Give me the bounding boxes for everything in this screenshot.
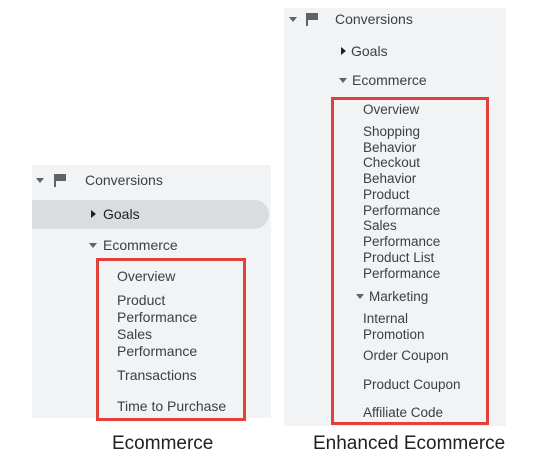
- right-goals-label: Goals: [351, 43, 388, 59]
- left-goals-row[interactable]: Goals: [91, 206, 140, 222]
- right-item-checkout-behavior[interactable]: Checkout Behavior: [363, 155, 420, 187]
- right-item-affiliate-code[interactable]: Affiliate Code: [363, 405, 443, 421]
- left-goals-label: Goals: [103, 206, 140, 222]
- flag-icon: [306, 12, 318, 26]
- left-caption: Ecommerce: [112, 433, 214, 454]
- left-item-transactions[interactable]: Transactions: [117, 367, 197, 384]
- right-item-internal-promotion[interactable]: Internal Promotion: [363, 311, 425, 343]
- right-marketing-label: Marketing: [369, 289, 429, 304]
- right-conversions-label: Conversions: [335, 11, 413, 27]
- right-ecommerce-label: Ecommerce: [352, 72, 427, 88]
- caret-down-icon[interactable]: [356, 294, 364, 299]
- left-item-sales-performance[interactable]: Sales Performance: [117, 326, 197, 360]
- left-conversions-label: Conversions: [85, 172, 163, 188]
- left-goals-highlight[interactable]: [32, 200, 269, 229]
- left-ecommerce-row[interactable]: Ecommerce: [89, 237, 178, 253]
- right-conversions-row[interactable]: Conversions: [289, 11, 413, 27]
- right-item-shopping-behavior[interactable]: Shopping Behavior: [363, 124, 420, 156]
- right-ecommerce-row[interactable]: Ecommerce: [339, 72, 427, 88]
- right-marketing-row[interactable]: Marketing: [356, 289, 428, 304]
- right-item-product-performance[interactable]: Product Performance: [363, 187, 440, 219]
- caret-down-icon[interactable]: [36, 177, 44, 183]
- left-item-time-to-purchase[interactable]: Time to Purchase: [117, 398, 226, 415]
- left-item-overview[interactable]: Overview: [117, 268, 175, 285]
- right-item-order-coupon[interactable]: Order Coupon: [363, 348, 449, 364]
- caret-right-icon[interactable]: [341, 47, 346, 55]
- right-goals-row[interactable]: Goals: [341, 43, 388, 59]
- flag-icon: [54, 173, 66, 187]
- right-item-sales-performance[interactable]: Sales Performance: [363, 218, 440, 250]
- left-conversions-row[interactable]: Conversions: [36, 172, 163, 188]
- right-item-overview[interactable]: Overview: [363, 102, 419, 118]
- right-caption: Enhanced Ecommerce: [313, 433, 506, 454]
- caret-down-icon[interactable]: [289, 16, 297, 22]
- caret-down-icon[interactable]: [339, 77, 347, 83]
- left-item-product-performance[interactable]: Product Performance: [117, 292, 197, 326]
- right-item-product-list-performance[interactable]: Product List Performance: [363, 250, 440, 282]
- caret-right-icon[interactable]: [91, 210, 96, 218]
- left-ecommerce-label: Ecommerce: [103, 237, 178, 253]
- right-item-product-coupon[interactable]: Product Coupon: [363, 377, 461, 393]
- caret-down-icon[interactable]: [89, 242, 97, 248]
